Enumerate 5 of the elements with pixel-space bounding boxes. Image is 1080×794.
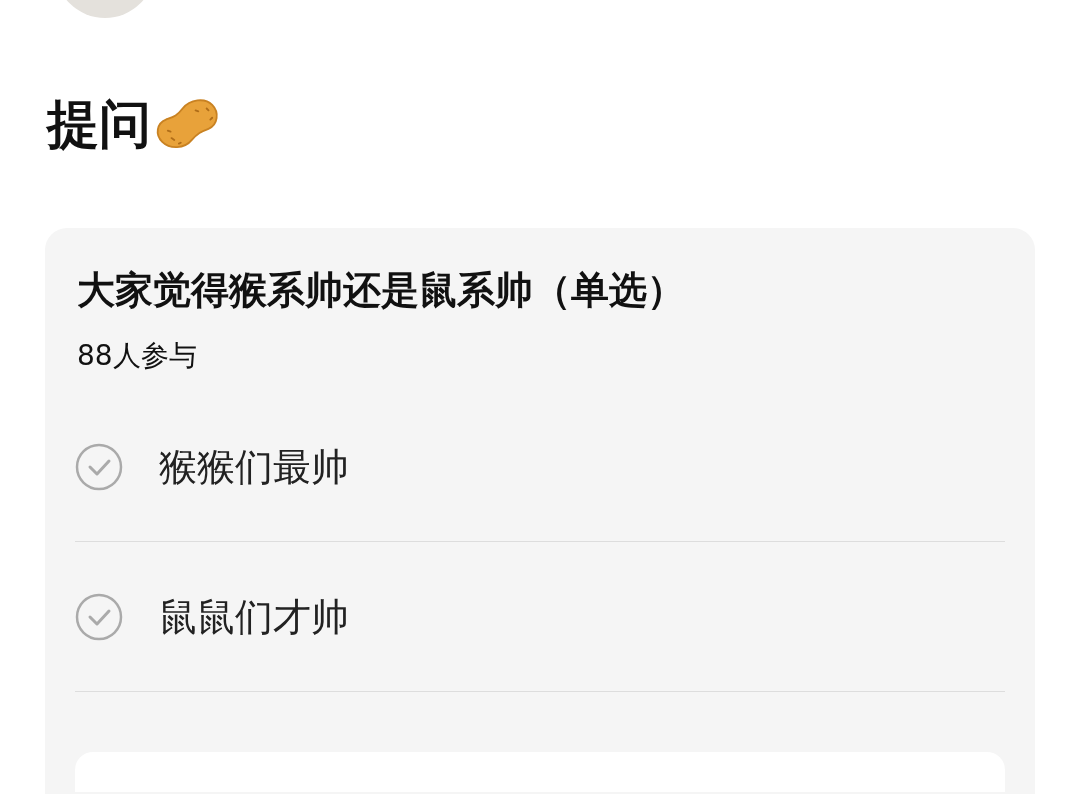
- post-title: 提问: [47, 94, 151, 154]
- participant-count: 88人参与: [76, 338, 198, 374]
- poll-option[interactable]: 鼠鼠们才帅: [75, 542, 1005, 692]
- poll-question: 大家觉得猴系帅还是鼠系帅（单选）: [76, 267, 686, 314]
- poll-option[interactable]: 猴猴们最帅: [75, 392, 1005, 542]
